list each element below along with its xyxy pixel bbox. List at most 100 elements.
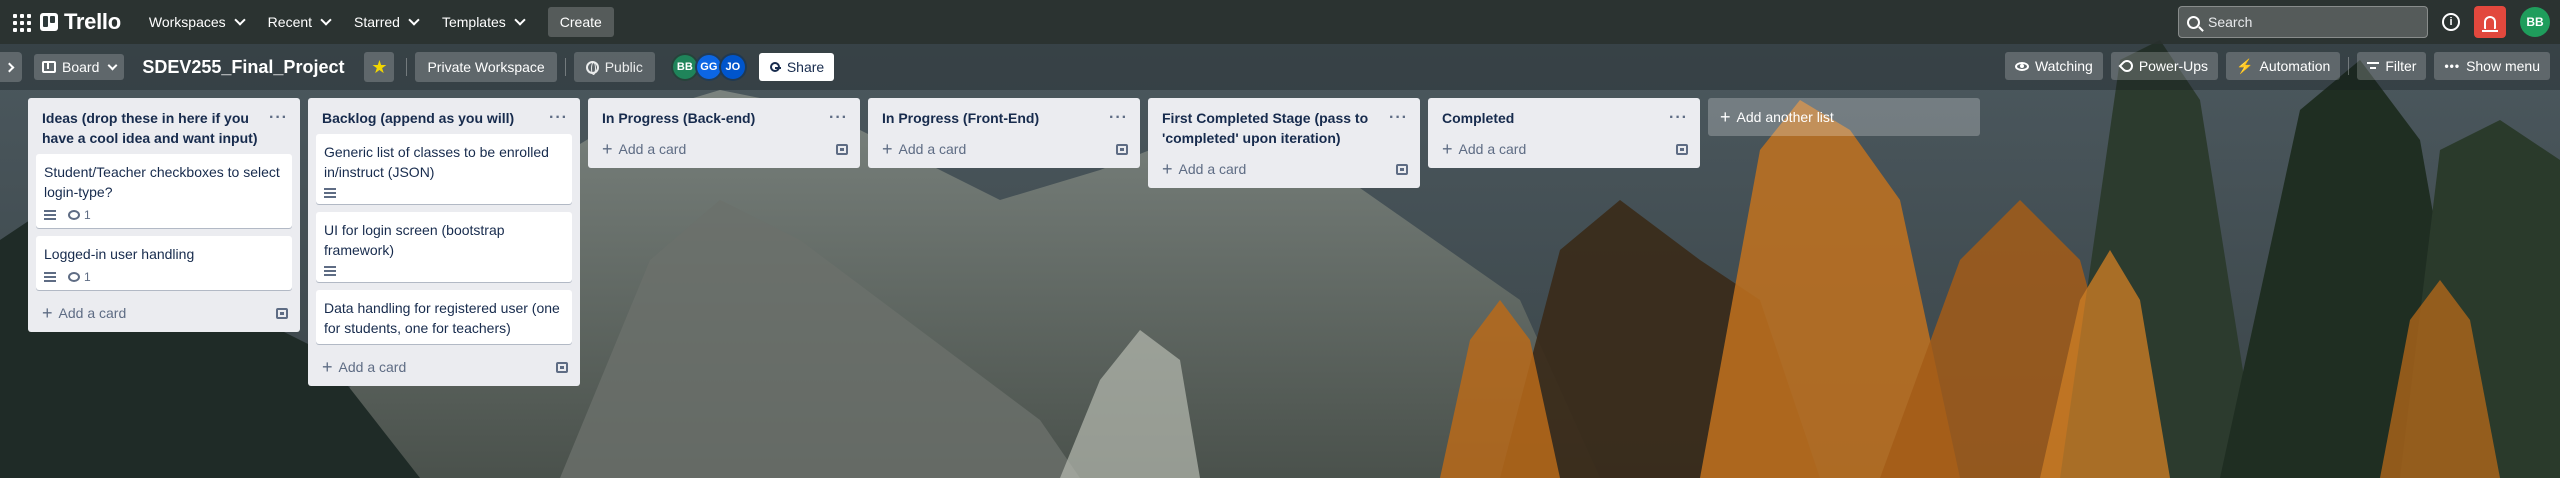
search-box[interactable]: [2178, 6, 2428, 38]
chevron-down-icon: [514, 14, 526, 26]
watching-label: Watching: [2034, 58, 2093, 74]
automation-label: Automation: [2259, 58, 2331, 74]
card-badges: [324, 266, 564, 276]
list[interactable]: Completed ··· + Add a card: [1428, 98, 1700, 168]
nav-starred-label: Starred: [354, 14, 400, 30]
notifications-button[interactable]: [2474, 6, 2506, 38]
card-title: Data handling for registered user (one f…: [324, 300, 560, 336]
board-icon: [42, 61, 56, 73]
nav-templates[interactable]: Templates: [432, 8, 534, 36]
star-icon: ★: [371, 57, 388, 77]
list-title[interactable]: In Progress (Front-End): [882, 108, 1039, 128]
card[interactable]: Generic list of classes to be enrolled i…: [316, 134, 572, 204]
description-icon: [324, 188, 336, 198]
list-header: Ideas (drop these in here if you have a …: [36, 102, 292, 154]
watching-button[interactable]: Watching: [2004, 52, 2103, 80]
globe-icon: [585, 60, 599, 75]
card[interactable]: Data handling for registered user (one f…: [316, 290, 572, 344]
card-title: UI for login screen (bootstrap framework…: [324, 222, 505, 258]
list[interactable]: Backlog (append as you will) ··· Generic…: [308, 98, 580, 386]
add-card-button[interactable]: + Add a card: [1442, 140, 1526, 158]
list[interactable]: In Progress (Front-End) ··· + Add a card: [868, 98, 1140, 168]
list-footer: + Add a card: [316, 352, 572, 378]
add-card-button[interactable]: + Add a card: [602, 140, 686, 158]
show-menu-button[interactable]: ••• Show menu: [2434, 52, 2550, 80]
filter-label: Filter: [2385, 58, 2417, 74]
comment-count: 1: [84, 208, 91, 222]
card-title: Generic list of classes to be enrolled i…: [324, 144, 549, 180]
list-title[interactable]: Backlog (append as you will): [322, 108, 514, 128]
list-header: Backlog (append as you will) ···: [316, 102, 572, 134]
list-menu-icon[interactable]: ···: [269, 108, 288, 126]
add-list-button[interactable]: + Add another list: [1708, 98, 1980, 136]
chevron-down-icon: [107, 60, 118, 70]
card-template-icon[interactable]: [1116, 143, 1128, 155]
list[interactable]: First Completed Stage (pass to 'complete…: [1148, 98, 1420, 188]
list-title[interactable]: Ideas (drop these in here if you have a …: [42, 108, 262, 148]
card-template-icon[interactable]: [836, 143, 848, 155]
view-switcher[interactable]: Board: [34, 54, 125, 80]
powerups-button[interactable]: Power-Ups: [2110, 52, 2219, 80]
add-card-button[interactable]: + Add a card: [882, 140, 966, 158]
board-header: Board SDEV255_Final_Project ★ Private Wo…: [0, 44, 2560, 90]
nav-workspaces[interactable]: Workspaces: [139, 8, 254, 36]
list-header: First Completed Stage (pass to 'complete…: [1156, 102, 1412, 154]
card[interactable]: UI for login screen (bootstrap framework…: [316, 212, 572, 282]
list[interactable]: Ideas (drop these in here if you have a …: [28, 98, 300, 332]
filter-button[interactable]: Filter: [2357, 52, 2427, 80]
list-footer: + Add a card: [1156, 154, 1412, 180]
board-visibility-button[interactable]: Public: [573, 52, 655, 82]
more-icon: •••: [2444, 59, 2461, 73]
list-menu-icon[interactable]: ···: [1669, 108, 1688, 126]
list-footer: + Add a card: [36, 298, 292, 324]
create-button[interactable]: Create: [547, 7, 614, 37]
plus-icon: +: [42, 303, 53, 323]
list-footer: + Add a card: [1436, 134, 1692, 160]
list-title[interactable]: First Completed Stage (pass to 'complete…: [1162, 108, 1382, 148]
sidebar-expand-button[interactable]: [0, 52, 22, 82]
divider: [2348, 57, 2350, 75]
visibility-label: Public: [604, 59, 643, 75]
automation-button[interactable]: ⚡ Automation: [2226, 52, 2341, 80]
plus-icon: +: [1162, 159, 1173, 179]
list-header: In Progress (Front-End) ···: [876, 102, 1132, 134]
add-card-button[interactable]: + Add a card: [42, 304, 126, 322]
filter-icon: [2367, 61, 2380, 71]
description-icon: [44, 210, 56, 220]
show-menu-label: Show menu: [2466, 58, 2540, 74]
nav-recent[interactable]: Recent: [258, 8, 340, 36]
add-card-button[interactable]: + Add a card: [322, 358, 406, 376]
app-switcher-icon[interactable]: [8, 10, 32, 34]
list-menu-icon[interactable]: ···: [1109, 108, 1128, 126]
list-menu-icon[interactable]: ···: [829, 108, 848, 126]
trello-mark-icon: [40, 13, 58, 31]
trello-logo[interactable]: Trello: [40, 9, 121, 35]
chevron-right-icon: [4, 62, 15, 72]
share-button[interactable]: Share: [758, 53, 835, 81]
info-icon[interactable]: i: [2442, 13, 2460, 31]
card-template-icon[interactable]: [1396, 163, 1408, 175]
plus-icon: +: [1442, 139, 1453, 159]
card-template-icon[interactable]: [1676, 143, 1688, 155]
member-avatar[interactable]: JO: [718, 53, 747, 81]
workspace-visibility-button[interactable]: Private Workspace: [415, 52, 557, 82]
user-avatar[interactable]: BB: [2520, 7, 2550, 37]
board-title[interactable]: SDEV255_Final_Project: [136, 53, 350, 82]
add-card-label: Add a card: [338, 359, 407, 375]
eye-icon: [2014, 61, 2029, 71]
star-board-button[interactable]: ★: [364, 52, 395, 82]
card-template-icon[interactable]: [556, 361, 568, 373]
list[interactable]: In Progress (Back-end) ··· + Add a card: [588, 98, 860, 168]
nav-starred[interactable]: Starred: [344, 8, 428, 36]
list-menu-icon[interactable]: ···: [1389, 108, 1408, 126]
card-template-icon[interactable]: [276, 307, 288, 319]
list-menu-icon[interactable]: ···: [549, 108, 568, 126]
list-title[interactable]: Completed: [1442, 108, 1514, 128]
card[interactable]: Student/Teacher checkboxes to select log…: [36, 154, 292, 228]
card[interactable]: Logged-in user handling 1: [36, 236, 292, 290]
add-card-label: Add a card: [58, 305, 127, 321]
search-input[interactable]: [2208, 14, 2408, 30]
list-title[interactable]: In Progress (Back-end): [602, 108, 755, 128]
add-card-button[interactable]: + Add a card: [1162, 160, 1246, 178]
comment-icon: [68, 272, 80, 282]
